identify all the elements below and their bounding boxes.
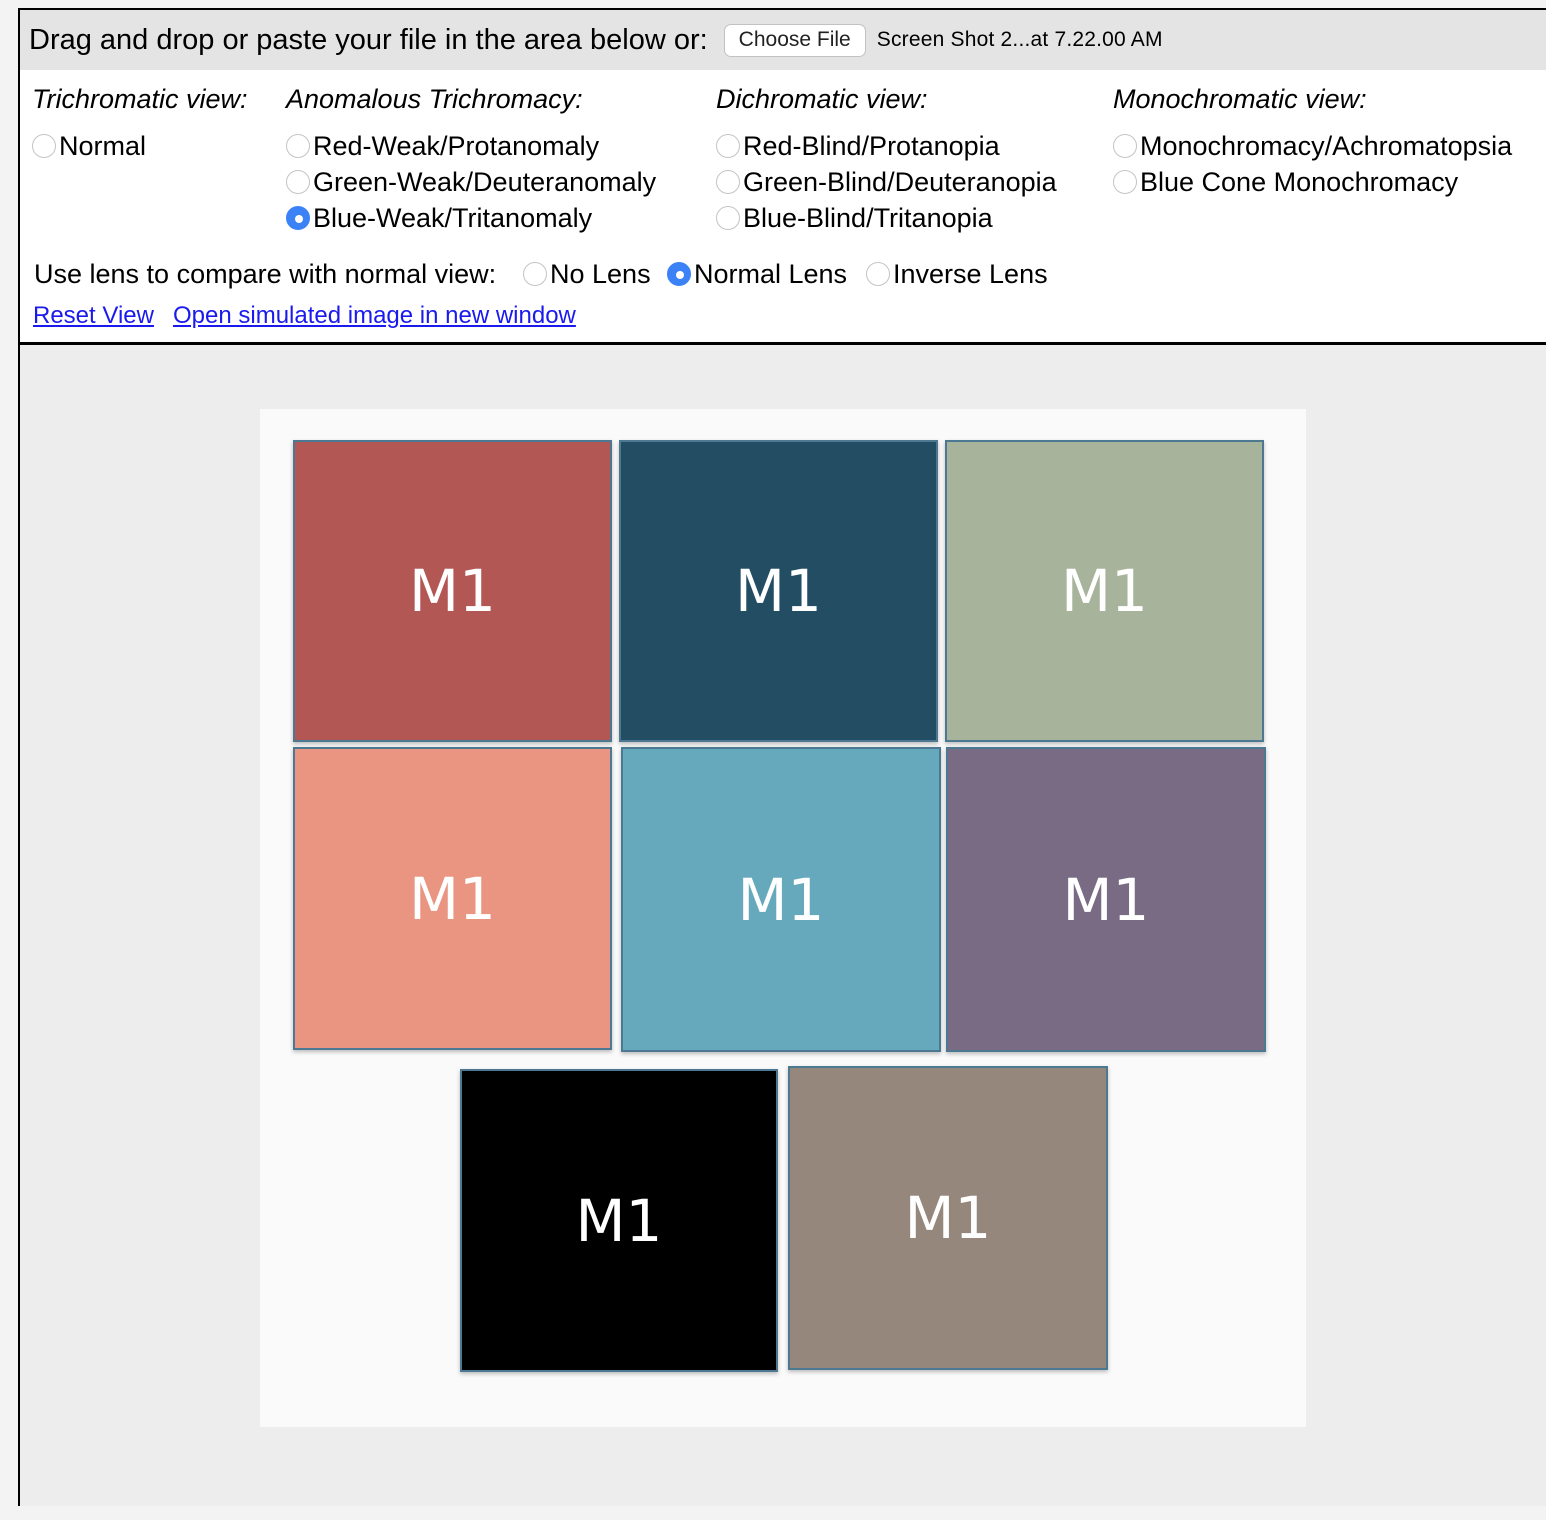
radio-button[interactable] bbox=[866, 262, 890, 286]
tile-label: M1 bbox=[1062, 865, 1150, 934]
reset-view-link[interactable]: Reset View bbox=[33, 302, 154, 330]
tile-label: M1 bbox=[735, 557, 822, 625]
dichromatic-title: Dichromatic view: bbox=[716, 84, 928, 114]
radio-label: Normal bbox=[59, 130, 147, 161]
color-tile: M1 bbox=[460, 1069, 778, 1372]
simulated-image: M1 M1 M1 M1 M1 M1 M1 M1 bbox=[260, 409, 1306, 1427]
radio-label: Red-Blind/Protanopia bbox=[743, 130, 1000, 161]
selected-file-name: Screen Shot 2...at 7.22.00 AM bbox=[876, 28, 1163, 51]
radio-label: Blue-Blind/Tritanopia bbox=[743, 202, 993, 233]
radio-button[interactable] bbox=[667, 262, 691, 286]
tile-label: M1 bbox=[904, 1184, 992, 1252]
radio-deuteranomaly[interactable]: Green-Weak/Deuteranomaly bbox=[286, 164, 656, 200]
radio-label: Green-Blind/Deuteranopia bbox=[743, 166, 1057, 197]
color-tile: M1 bbox=[293, 747, 612, 1050]
app-frame: Drag and drop or paste your file in the … bbox=[18, 8, 1546, 1506]
image-canvas[interactable]: M1 M1 M1 M1 M1 M1 M1 M1 bbox=[20, 345, 1546, 1506]
color-tile: M1 bbox=[945, 440, 1264, 742]
lens-label: Use lens to compare with normal view: bbox=[34, 258, 497, 289]
radio-tritanomaly[interactable]: Blue-Weak/Tritanomaly bbox=[286, 200, 592, 236]
radio-normal[interactable]: Normal bbox=[32, 128, 146, 164]
radio-label: Red-Weak/Protanomaly bbox=[313, 130, 600, 161]
radio-button[interactable] bbox=[286, 134, 310, 158]
drop-instructions: Drag and drop or paste your file in the … bbox=[29, 23, 708, 56]
tile-label: M1 bbox=[1061, 557, 1148, 625]
radio-button[interactable] bbox=[523, 262, 547, 286]
radio-button[interactable] bbox=[1113, 170, 1137, 194]
radio-button[interactable] bbox=[716, 206, 740, 230]
tile-label: M1 bbox=[409, 864, 496, 933]
radio-button[interactable] bbox=[1113, 134, 1137, 158]
radio-inverse-lens[interactable]: Inverse Lens bbox=[866, 256, 1048, 292]
radio-label: Blue Cone Monochromacy bbox=[1140, 166, 1459, 197]
tile-label: M1 bbox=[737, 865, 825, 934]
radio-button[interactable] bbox=[286, 206, 310, 230]
color-tile: M1 bbox=[788, 1066, 1108, 1370]
radio-protanomaly[interactable]: Red-Weak/Protanomaly bbox=[286, 128, 599, 164]
open-simulated-image-link[interactable]: Open simulated image in new window bbox=[173, 302, 576, 330]
color-tile: M1 bbox=[619, 440, 938, 742]
trichromatic-title: Trichromatic view: bbox=[32, 84, 248, 114]
color-tile: M1 bbox=[621, 747, 941, 1052]
radio-button[interactable] bbox=[32, 134, 56, 158]
radio-button[interactable] bbox=[716, 134, 740, 158]
radio-button[interactable] bbox=[716, 170, 740, 194]
radio-label: Inverse Lens bbox=[893, 258, 1048, 289]
monochromatic-title: Monochromatic view: bbox=[1113, 84, 1367, 114]
radio-normal-lens[interactable]: Normal Lens bbox=[667, 256, 847, 292]
color-tile: M1 bbox=[946, 747, 1266, 1052]
radio-tritanopia[interactable]: Blue-Blind/Tritanopia bbox=[716, 200, 993, 236]
choose-file-button[interactable]: Choose File bbox=[723, 23, 866, 57]
radio-label: Blue-Weak/Tritanomaly bbox=[313, 202, 593, 233]
radio-no-lens[interactable]: No Lens bbox=[523, 256, 651, 292]
radio-label: Monochromacy/Achromatopsia bbox=[1140, 130, 1513, 161]
radio-label: Green-Weak/Deuteranomaly bbox=[313, 166, 657, 197]
radio-deuteranopia[interactable]: Green-Blind/Deuteranopia bbox=[716, 164, 1057, 200]
file-toolbar: Drag and drop or paste your file in the … bbox=[20, 10, 1546, 70]
tile-label: M1 bbox=[409, 557, 496, 625]
tile-label: M1 bbox=[575, 1186, 663, 1255]
color-tile: M1 bbox=[293, 440, 612, 742]
anomalous-title: Anomalous Trichromacy: bbox=[286, 84, 583, 114]
radio-button[interactable] bbox=[286, 170, 310, 194]
radio-achromatopsia[interactable]: Monochromacy/Achromatopsia bbox=[1113, 128, 1512, 164]
radio-label: No Lens bbox=[550, 258, 651, 289]
radio-protanopia[interactable]: Red-Blind/Protanopia bbox=[716, 128, 1000, 164]
radio-label: Normal Lens bbox=[694, 258, 848, 289]
radio-blue-cone-monochromacy[interactable]: Blue Cone Monochromacy bbox=[1113, 164, 1458, 200]
